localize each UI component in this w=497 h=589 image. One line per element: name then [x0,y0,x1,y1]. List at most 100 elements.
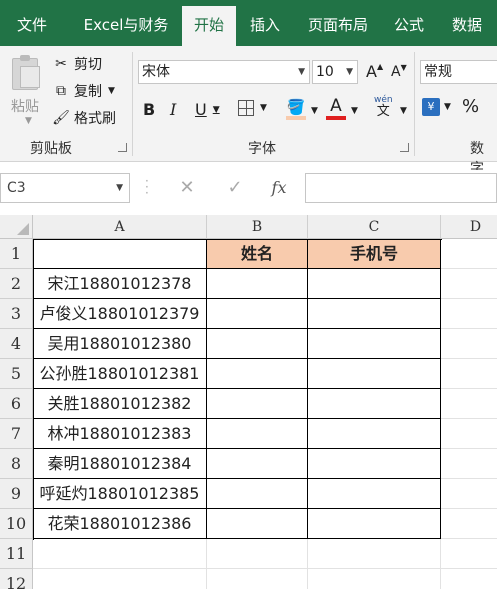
row-header[interactable]: 10 [0,509,33,539]
tab-formulas[interactable]: 公式 [382,0,436,46]
insert-function-button[interactable]: fx [264,174,294,202]
cell-d10[interactable] [441,509,497,539]
cell-d12[interactable] [441,569,497,589]
cell-b8[interactable] [207,449,308,479]
phonetic-guide-button[interactable]: wén 文 [374,96,393,119]
cell-c4[interactable] [308,329,441,359]
cell-c11[interactable] [308,539,441,569]
bold-button[interactable]: B [143,100,155,119]
cell-d2[interactable] [441,269,497,299]
cell-d8[interactable] [441,449,497,479]
copy-button[interactable]: ⧉ 复制 ▼ [52,81,115,101]
row-header[interactable]: 3 [0,299,33,329]
cancel-icon[interactable]: ✕ [172,174,202,202]
underline-button[interactable]: U ▼ [195,100,220,119]
row-header[interactable]: 9 [0,479,33,509]
cell-a1[interactable] [33,239,207,269]
tab-data[interactable]: 数据 [440,0,494,46]
row-header[interactable]: 7 [0,419,33,449]
italic-button[interactable]: I [170,100,176,119]
cell-a11[interactable] [33,539,207,569]
cell-b5[interactable] [207,359,308,389]
format-painter-button[interactable]: 🖌 格式刷 [52,108,116,128]
cell-c2[interactable] [308,269,441,299]
cell-c1[interactable]: 手机号 [308,239,441,269]
cut-button[interactable]: ✂ 剪切 [52,54,102,74]
cell-d4[interactable] [441,329,497,359]
cell-b3[interactable] [207,299,308,329]
cell-c9[interactable] [308,479,441,509]
chevron-down-icon[interactable]: ▼ [311,106,318,116]
cell-c8[interactable] [308,449,441,479]
cell-b2[interactable] [207,269,308,299]
cell-b10[interactable] [207,509,308,539]
cell-c5[interactable] [308,359,441,389]
row-header[interactable]: 5 [0,359,33,389]
tab-file[interactable]: 文件 [0,0,64,46]
font-size-combo[interactable]: 10 ▼ [312,60,358,84]
accounting-format-button[interactable]: ¥ ▼ [422,98,451,116]
cell-c7[interactable] [308,419,441,449]
tab-page-layout[interactable]: 页面布局 [296,0,380,46]
row-header[interactable]: 1 [0,239,33,269]
decrease-font-button[interactable]: A ▼ [391,63,407,81]
column-header-c[interactable]: C [308,215,441,239]
row-header[interactable]: 8 [0,449,33,479]
paste-button[interactable]: 粘贴 ▼ [6,54,48,134]
cell-b12[interactable] [207,569,308,589]
enter-icon[interactable]: ✓ [220,174,250,202]
tab-home[interactable]: 开始 [182,6,236,46]
cell-d7[interactable] [441,419,497,449]
cell-a8[interactable]: 秦明18801012384 [33,449,207,479]
dialog-launcher-icon[interactable] [118,143,127,152]
cell-b4[interactable] [207,329,308,359]
cell-a12[interactable] [33,569,207,589]
cell-a6[interactable]: 关胜18801012382 [33,389,207,419]
cell-a4[interactable]: 吴用18801012380 [33,329,207,359]
cell-b1[interactable]: 姓名 [207,239,308,269]
cell-c6[interactable] [308,389,441,419]
row-header[interactable]: 6 [0,389,33,419]
cell-b7[interactable] [207,419,308,449]
column-header-a[interactable]: A [33,215,207,239]
cell-d5[interactable] [441,359,497,389]
cell-a10[interactable]: 花荣18801012386 [33,509,207,539]
select-all-button[interactable] [0,215,33,239]
borders-button[interactable]: ▼ [238,100,267,116]
dialog-launcher-icon[interactable] [400,143,409,152]
column-header-b[interactable]: B [207,215,308,239]
cell-b11[interactable] [207,539,308,569]
cell-d6[interactable] [441,389,497,419]
row-header[interactable]: 2 [0,269,33,299]
increase-font-button[interactable]: A ▲ [366,62,383,81]
cell-c3[interactable] [308,299,441,329]
chevron-down-icon[interactable]: ▼ [351,106,358,116]
cell-d9[interactable] [441,479,497,509]
row-header[interactable]: 4 [0,329,33,359]
cell-a3[interactable]: 卢俊义18801012379 [33,299,207,329]
percent-button[interactable]: % [462,96,479,117]
cell-d3[interactable] [441,299,497,329]
name-box[interactable]: C3 ▼ [0,173,130,203]
formula-input[interactable] [305,173,497,203]
cell-c12[interactable] [308,569,441,589]
cell-a7[interactable]: 林冲18801012383 [33,419,207,449]
fill-color-button[interactable]: 🪣 [286,98,306,120]
cell-d1[interactable] [441,239,497,269]
drag-handle-icon[interactable]: · · · [145,175,149,199]
cell-a9[interactable]: 呼延灼18801012385 [33,479,207,509]
cell-d11[interactable] [441,539,497,569]
row-header[interactable]: 12 [0,569,33,589]
chevron-down-icon[interactable]: ▼ [400,106,407,116]
number-format-combo[interactable]: 常规 [420,60,497,84]
row-header[interactable]: 11 [0,539,33,569]
font-family-combo[interactable]: 宋体 ▼ [138,60,310,84]
cell-a5[interactable]: 公孙胜18801012381 [33,359,207,389]
tab-insert[interactable]: 插入 [238,0,292,46]
column-header-d[interactable]: D [441,215,497,239]
cell-b9[interactable] [207,479,308,509]
tab-excel-finance[interactable]: Excel与财务 [70,0,182,46]
font-color-button[interactable]: A [326,96,346,120]
cell-a2[interactable]: 宋江18801012378 [33,269,207,299]
cell-b6[interactable] [207,389,308,419]
